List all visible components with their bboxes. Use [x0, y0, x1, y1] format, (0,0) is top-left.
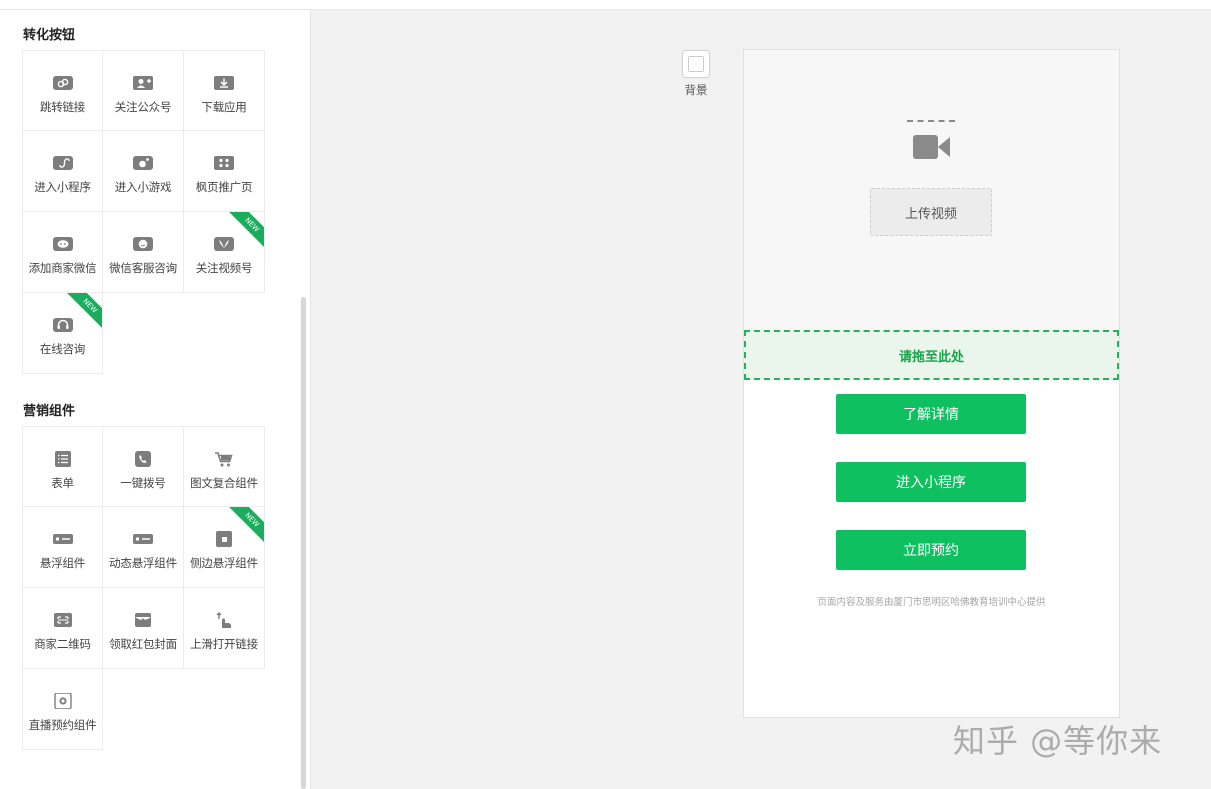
component-tile-chat-bubble[interactable]: 添加商家微信 [22, 212, 103, 293]
service-provider-note: 页面内容及服务由厦门市思明区哈佛教育培训中心提供 [817, 597, 1046, 608]
chat-bubble-icon [52, 236, 73, 252]
top-bar [0, 0, 1211, 10]
channels-icon [214, 236, 234, 252]
component-tile-mini-program[interactable]: 进入小程序 [22, 131, 103, 212]
component-tile-phone[interactable]: 一键拨号 [103, 426, 184, 507]
component-tile-cart[interactable]: 图文复合组件 [184, 426, 265, 507]
component-tile-label: 商家二维码 [34, 637, 91, 651]
component-tile-label: 进入小程序 [34, 180, 91, 194]
phone-icon [133, 451, 153, 467]
component-tile-label: 上滑打开链接 [190, 637, 258, 651]
learn-more-button[interactable]: 了解详情 [836, 394, 1026, 434]
wechat-service-icon [133, 236, 153, 252]
component-tile-label: 添加商家微信 [28, 261, 97, 275]
dynamic-floating-bar-icon [133, 531, 153, 547]
component-tile-headset[interactable]: 在线咨询 NEW [22, 293, 103, 374]
component-tile-label: 侧边悬浮组件 [190, 556, 258, 570]
new-badge: NEW [228, 507, 264, 544]
new-badge: NEW [228, 212, 264, 249]
component-tile-add-user[interactable]: 关注公众号 [103, 50, 184, 131]
form-list-icon [53, 451, 73, 467]
sidebar-scrollbar-thumb[interactable] [301, 297, 306, 789]
component-tile-label: 微信客服咨询 [109, 261, 177, 275]
component-tile-grid[interactable]: 枫页推广页 [184, 131, 265, 212]
link-icon [52, 75, 73, 91]
mini-program-icon [52, 155, 73, 171]
floating-bar-icon [52, 531, 73, 547]
video-dashes [907, 120, 955, 122]
reserve-now-button[interactable]: 立即预约 [836, 530, 1026, 570]
component-tile-label: 图文复合组件 [190, 476, 258, 490]
component-tile-label: 跳转链接 [39, 100, 86, 114]
component-tile-label: 直播预约组件 [28, 718, 97, 732]
headset-icon [52, 317, 73, 333]
section-title-conversion: 转化按钮 [23, 28, 76, 43]
component-tile-red-envelope[interactable]: 领取红包封面 [103, 588, 184, 669]
component-tile-label: 一键拨号 [120, 476, 166, 490]
conversion-button-grid: 跳转链接 关注公众号 下载应用进入小程序 进入小游戏 枫页推广页添加商家微信 微信客服咨询… [22, 50, 266, 375]
component-tile-live-reservation[interactable]: 直播预约组件 [22, 669, 103, 750]
component-tile-form-list[interactable]: 表单 [22, 426, 103, 507]
enter-mini-program-button[interactable]: 进入小程序 [836, 462, 1026, 502]
background-label: 背景 [684, 83, 708, 97]
grid-icon [214, 155, 234, 171]
component-tile-dynamic-floating-bar[interactable]: 动态悬浮组件 [103, 507, 184, 588]
component-tile-label: 枫页推广页 [195, 180, 253, 194]
zhihu-watermark: 知乎 @等你来 [953, 722, 1163, 760]
marketing-component-grid: 表单 一键拨号 图文复合组件悬浮组件 动态悬浮组件 侧边悬浮组件 NEW 商家二维码 领取红包… [22, 426, 266, 751]
red-envelope-icon [133, 612, 153, 628]
video-camera-icon [913, 135, 950, 159]
component-tile-label: 在线咨询 [39, 342, 86, 356]
download-icon [214, 75, 234, 91]
swipe-up-icon [214, 612, 234, 628]
component-tile-label: 关注视频号 [195, 261, 253, 275]
live-reservation-icon [53, 693, 73, 709]
add-user-icon [133, 75, 153, 91]
background-setting-button[interactable] [682, 50, 710, 78]
component-tile-link[interactable]: 跳转链接 [22, 50, 103, 131]
component-tile-wechat-service[interactable]: 微信客服咨询 [103, 212, 184, 293]
component-tile-label: 进入小游戏 [114, 180, 172, 194]
component-tile-floating-bar[interactable]: 悬浮组件 [22, 507, 103, 588]
component-tile-label: 动态悬浮组件 [109, 556, 177, 570]
background-swatch [688, 56, 704, 72]
component-tile-download[interactable]: 下载应用 [184, 50, 265, 131]
qr-code-icon [53, 612, 73, 628]
component-tile-mini-game[interactable]: 进入小游戏 [103, 131, 184, 212]
side-floating-icon [214, 531, 234, 547]
component-tile-swipe-up[interactable]: 上滑打开链接 [184, 588, 265, 669]
upload-video-button[interactable]: 上传视频 [870, 188, 992, 236]
cart-icon [214, 451, 234, 467]
component-tile-label: 领取红包封面 [109, 637, 177, 651]
drop-zone[interactable]: 请拖至此处 [744, 330, 1119, 380]
component-tile-label: 关注公众号 [114, 100, 172, 114]
video-placeholder: 上传视频 [744, 50, 1119, 331]
component-tile-label: 悬浮组件 [39, 556, 86, 570]
phone-preview: 上传视频 请拖至此处 了解详情 进入小程序 立即预约 页面内容及服务由厦门市思明… [743, 49, 1120, 718]
component-sidebar: 转化按钮 跳转链接 关注公众号 下载应用进入小程序 进入小游戏 枫页推广页添加商家微信微… [0, 10, 311, 789]
component-tile-label: 表单 [51, 476, 74, 490]
mini-game-icon [133, 155, 153, 171]
component-tile-label: 下载应用 [201, 100, 247, 114]
component-tile-side-floating[interactable]: 侧边悬浮组件 NEW [184, 507, 265, 588]
section-title-marketing: 营销组件 [23, 404, 76, 419]
component-tile-qr-code[interactable]: 商家二维码 [22, 588, 103, 669]
component-tile-channels[interactable]: 关注视频号 NEW [184, 212, 265, 293]
